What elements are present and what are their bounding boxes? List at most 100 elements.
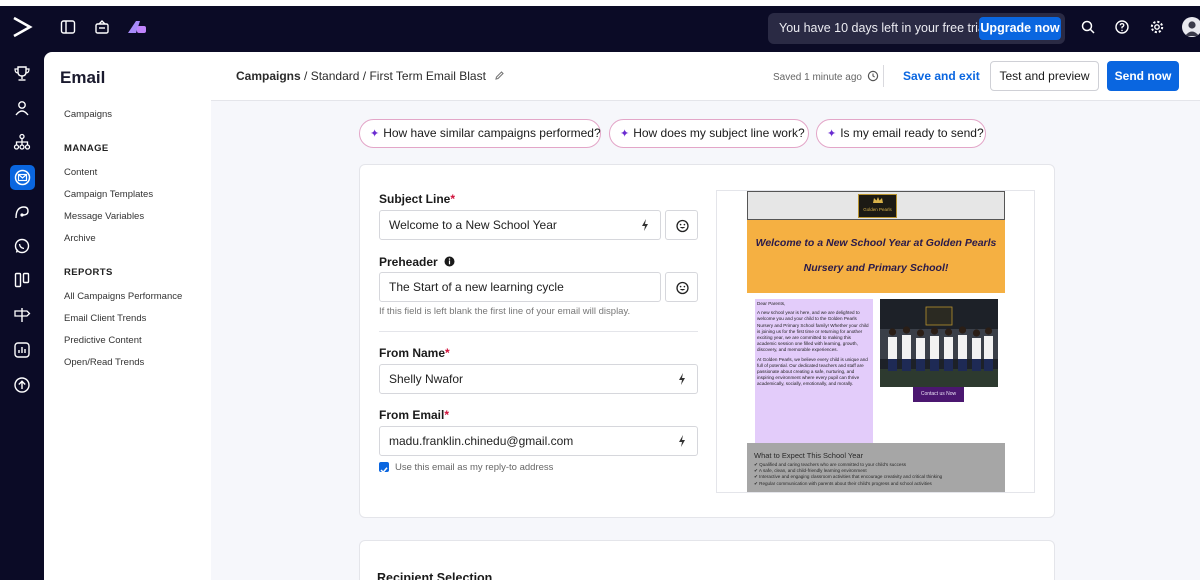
ai-suggestion-chip[interactable]: ✦ How have similar campaigns performed?: [359, 119, 601, 148]
logo-text: Golden Pearls: [863, 207, 892, 212]
saved-status-text: Saved 1 minute ago: [773, 72, 862, 83]
from-name-input[interactable]: Shelly Nwafor: [379, 364, 698, 394]
edit-pencil-icon[interactable]: [494, 70, 505, 81]
checkmark-icon: [380, 467, 388, 474]
send-now-button[interactable]: Send now: [1107, 61, 1179, 91]
info-icon[interactable]: [444, 256, 455, 267]
students-photo-image: [880, 299, 998, 387]
from-email-label-text: From Email: [379, 408, 445, 422]
letter-paragraph: A new school year is here, and we are de…: [757, 310, 869, 353]
preview-letter: Dear Parents, A new school year is here,…: [755, 299, 873, 443]
journeys-icon[interactable]: [12, 202, 32, 222]
header-divider: [883, 65, 884, 87]
subnav-item-open-read-trends[interactable]: Open/Read Trends: [64, 357, 144, 368]
sparkle-icon: ✦: [620, 128, 630, 140]
required-mark: *: [444, 408, 450, 422]
personalize-bolt-icon[interactable]: [677, 434, 687, 448]
top-bar: You have 10 days left in your free trial…: [0, 0, 1200, 52]
banner-line-1: Welcome to a New School Year at Golden P…: [755, 237, 997, 249]
breadcrumb-separator: /: [304, 69, 308, 83]
preheader-input[interactable]: The Start of a new learning cycle: [379, 272, 661, 302]
emoji-smiley-icon: [676, 219, 689, 233]
save-and-exit-button[interactable]: Save and exit: [903, 69, 980, 83]
crown-icon: [873, 197, 883, 203]
students-photo: [880, 299, 998, 387]
reply-to-label[interactable]: Use this email as my reply-to address: [395, 462, 553, 473]
subnav-item-campaign-templates[interactable]: Campaign Templates: [64, 189, 153, 200]
personalize-bolt-icon[interactable]: [677, 372, 687, 386]
reply-to-checkbox[interactable]: [379, 462, 389, 474]
contact-us-button: Contact us Now: [913, 387, 964, 402]
email-subnav: Email Campaigns MANAGE Content Campaign …: [44, 52, 211, 580]
inbox-gift-icon[interactable]: [94, 19, 110, 35]
brand-logo-icon[interactable]: [11, 16, 33, 38]
contacts-person-icon[interactable]: [12, 98, 32, 118]
subnav-item-campaigns[interactable]: Campaigns: [64, 109, 112, 120]
manage-heading: MANAGE: [64, 143, 109, 154]
from-email-input[interactable]: madu.franklin.chinedu@gmail.com: [379, 426, 698, 456]
trial-message: You have 10 days left in your free trial…: [779, 21, 992, 35]
recipient-selection-title: Recipient Selection: [377, 571, 493, 580]
subject-line-input[interactable]: Welcome to a New School Year: [379, 210, 661, 240]
left-rail: [0, 52, 44, 580]
test-and-preview-button[interactable]: Test and preview: [990, 61, 1099, 91]
school-logo: Golden Pearls: [858, 194, 897, 218]
segments-hierarchy-icon[interactable]: [12, 132, 32, 152]
email-preview[interactable]: Golden Pearls Welcome to a New School Ye…: [716, 190, 1035, 493]
boards-columns-icon[interactable]: [12, 270, 32, 290]
upload-circle-icon[interactable]: [12, 375, 32, 395]
subject-line-label: Subject Line*: [379, 192, 455, 206]
required-mark: *: [450, 192, 456, 206]
email-settings-card: Subject Line* Welcome to a New School Ye…: [359, 164, 1055, 518]
settings-gear-icon[interactable]: [1149, 19, 1165, 35]
nav-email-active[interactable]: [10, 165, 35, 190]
subnav-item-content[interactable]: Content: [64, 167, 97, 178]
from-email-label: From Email*: [379, 408, 449, 422]
trophy-icon[interactable]: [12, 64, 32, 84]
breadcrumb-standard[interactable]: Standard: [311, 69, 360, 83]
required-mark: *: [445, 346, 450, 360]
whatsapp-icon[interactable]: [12, 236, 32, 256]
campaign-name: First Term Email Blast: [369, 69, 486, 83]
analytics-chart-icon[interactable]: [12, 340, 32, 360]
emoji-picker-button[interactable]: [665, 272, 698, 302]
subnav-item-message-variables[interactable]: Message Variables: [64, 211, 144, 222]
user-avatar-icon: [1185, 21, 1199, 36]
preheader-value: The Start of a new learning cycle: [389, 280, 564, 294]
subnav-item-email-client-trends[interactable]: Email Client Trends: [64, 313, 146, 324]
saved-status: Saved 1 minute ago: [773, 70, 879, 83]
panel-toggle-icon[interactable]: [60, 19, 76, 35]
preheader-help-text: If this field is left blank the first li…: [379, 306, 631, 317]
sparkle-icon: ✦: [827, 128, 837, 140]
letter-paragraph: Dear Parents,: [757, 301, 786, 306]
from-email-value: madu.franklin.chinedu@gmail.com: [389, 434, 574, 448]
from-name-label-text: From Name: [379, 346, 446, 360]
recipient-selection-card: Recipient Selection: [359, 540, 1055, 580]
ai-suggestion-chip[interactable]: ✦ Is my email ready to send?: [816, 119, 986, 148]
chip-label: How does my subject line work?: [633, 126, 805, 140]
breadcrumb: Campaigns / Standard / First Term Email …: [236, 69, 505, 83]
signpost-icon[interactable]: [12, 305, 32, 325]
subnav-item-all-campaigns-performance[interactable]: All Campaigns Performance: [64, 291, 182, 302]
emoji-picker-button[interactable]: [665, 210, 698, 240]
emoji-smiley-icon: [676, 281, 689, 295]
window-frame: [0, 0, 1200, 6]
subnav-item-archive[interactable]: Archive: [64, 233, 96, 244]
breadcrumb-campaigns[interactable]: Campaigns: [236, 69, 301, 83]
help-icon[interactable]: [1114, 19, 1130, 35]
expect-section: What to Expect This School Year ✔ Qualif…: [747, 443, 1005, 492]
main-content: Campaigns / Standard / First Term Email …: [211, 52, 1200, 580]
search-icon[interactable]: [1080, 19, 1096, 35]
letter-paragraph: At Golden Pearls, we believe every child…: [757, 356, 868, 387]
personalize-bolt-icon[interactable]: [640, 218, 650, 232]
user-avatar[interactable]: [1182, 17, 1200, 37]
app-logo-icon[interactable]: [127, 19, 147, 35]
subnav-item-predictive-content[interactable]: Predictive Content: [64, 335, 142, 346]
ai-suggestion-chip[interactable]: ✦ How does my subject line work?: [609, 119, 809, 148]
subnav-title: Email: [60, 68, 106, 87]
upgrade-now-button[interactable]: Upgrade now: [979, 17, 1061, 40]
reports-heading: REPORTS: [64, 267, 113, 278]
trial-banner: You have 10 days left in your free trial…: [768, 13, 1065, 44]
preheader-label-text: Preheader: [379, 255, 438, 269]
history-clock-icon[interactable]: [867, 70, 879, 82]
